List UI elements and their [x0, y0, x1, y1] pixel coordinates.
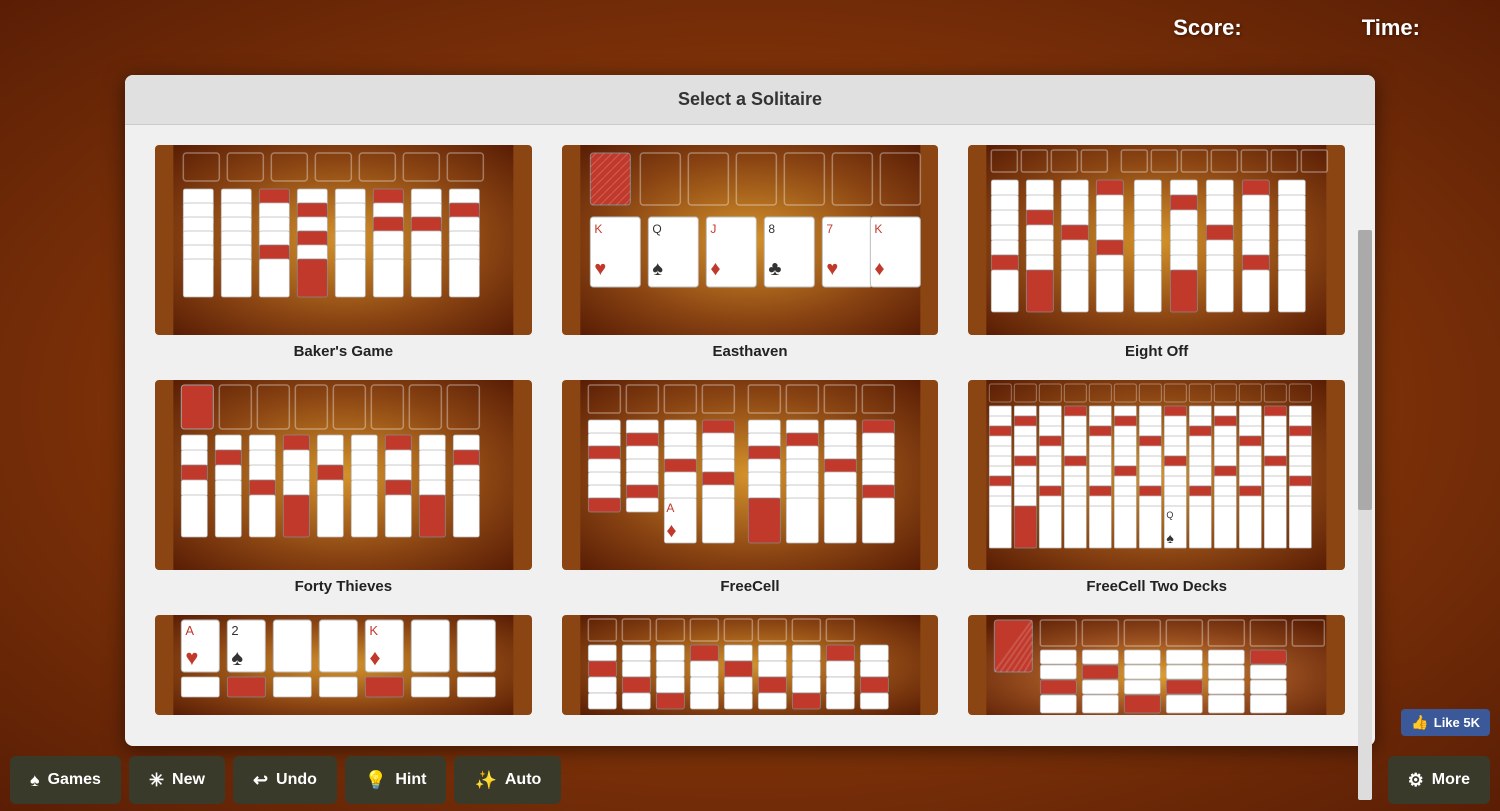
- modal-title: Select a Solitaire: [125, 75, 1375, 125]
- svg-text:7: 7: [826, 222, 833, 236]
- svg-text:♠: ♠: [652, 258, 663, 280]
- svg-text:Q: Q: [652, 222, 661, 236]
- games-label: Games: [48, 771, 101, 789]
- game-grid: Baker's Game: [125, 125, 1375, 746]
- time-label: Time:: [1362, 15, 1420, 41]
- game-card-forty-thieves[interactable]: Forty Thieves: [155, 380, 532, 595]
- svg-text:2: 2: [231, 623, 238, 638]
- game-preview-easthaven: K ♥ Q ♠ J ♦ 8 ♣ 7 ♥: [562, 145, 939, 335]
- auto-icon: ✨: [474, 770, 496, 791]
- svg-text:K: K: [594, 222, 602, 236]
- game-preview-bakers-game: [155, 145, 532, 335]
- svg-text:A: A: [666, 501, 674, 515]
- svg-text:8: 8: [768, 222, 775, 236]
- game-name-bakers-game: Baker's Game: [294, 343, 393, 360]
- game-card-freecell[interactable]: A ♦: [562, 380, 939, 595]
- game-preview-partial-2: [562, 615, 939, 715]
- more-button[interactable]: ⚙ More: [1388, 756, 1490, 804]
- game-card-eight-off[interactable]: Eight Off: [968, 145, 1345, 360]
- auto-button[interactable]: ✨ Auto: [454, 756, 561, 804]
- svg-text:♥: ♥: [594, 258, 606, 280]
- new-label: New: [172, 771, 205, 789]
- game-name-freecell: FreeCell: [720, 578, 779, 595]
- game-name-forty-thieves: Forty Thieves: [295, 578, 393, 595]
- toolbar: ♠ Games ✳ New ↩ Undo 💡 Hint ✨ Auto ⚙ Mor…: [0, 749, 1500, 811]
- svg-text:♦: ♦: [666, 520, 676, 542]
- more-icon: ⚙: [1408, 770, 1424, 791]
- game-card-bakers-game[interactable]: Baker's Game: [155, 145, 532, 360]
- game-preview-eight-off: [968, 145, 1345, 335]
- auto-label: Auto: [505, 771, 541, 789]
- fb-like-label: Like 5K: [1434, 715, 1480, 730]
- svg-text:K: K: [874, 222, 882, 236]
- svg-text:♥: ♥: [826, 258, 838, 280]
- svg-text:♠: ♠: [1167, 530, 1175, 546]
- game-preview-partial-1: A ♥ 2 ♠ K ♦: [155, 615, 532, 715]
- svg-text:Q: Q: [1167, 510, 1174, 520]
- header: Score: Time:: [0, 0, 1500, 55]
- new-button[interactable]: ✳ New: [129, 756, 225, 804]
- svg-text:K: K: [369, 623, 378, 638]
- games-icon: ♠: [30, 770, 40, 791]
- svg-text:♦: ♦: [874, 258, 884, 280]
- undo-label: Undo: [276, 771, 317, 789]
- undo-icon: ↩: [253, 770, 268, 791]
- hint-button[interactable]: 💡 Hint: [345, 756, 447, 804]
- game-preview-partial-3: [968, 615, 1345, 715]
- new-icon: ✳: [149, 770, 164, 791]
- more-label: More: [1432, 771, 1470, 789]
- fb-like-button[interactable]: 👍 Like 5K: [1401, 709, 1490, 736]
- game-card-freecell-two[interactable]: Q ♠: [968, 380, 1345, 595]
- svg-text:♥: ♥: [185, 645, 198, 670]
- game-name-freecell-two: FreeCell Two Decks: [1086, 578, 1227, 595]
- games-button[interactable]: ♠ Games: [10, 756, 121, 804]
- score-label: Score:: [1173, 15, 1241, 41]
- svg-text:A: A: [185, 623, 194, 638]
- game-preview-forty-thieves: [155, 380, 532, 570]
- game-select-modal: Select a Solitaire: [125, 75, 1375, 746]
- svg-text:♣: ♣: [768, 258, 781, 280]
- game-card-easthaven[interactable]: K ♥ Q ♠ J ♦ 8 ♣ 7 ♥: [562, 145, 939, 360]
- svg-text:♦: ♦: [710, 258, 720, 280]
- undo-button[interactable]: ↩ Undo: [233, 756, 337, 804]
- game-name-eight-off: Eight Off: [1125, 343, 1188, 360]
- game-card-partial-3[interactable]: [968, 615, 1345, 715]
- game-name-easthaven: Easthaven: [712, 343, 787, 360]
- svg-text:J: J: [710, 222, 716, 236]
- fb-like-icon: 👍: [1411, 714, 1428, 731]
- svg-text:♠: ♠: [231, 645, 243, 670]
- game-preview-freecell-two: Q ♠: [968, 380, 1345, 570]
- hint-label: Hint: [395, 771, 426, 789]
- game-card-partial-1[interactable]: A ♥ 2 ♠ K ♦: [155, 615, 532, 715]
- svg-text:♦: ♦: [369, 645, 380, 670]
- game-preview-freecell: A ♦: [562, 380, 939, 570]
- game-card-partial-2[interactable]: [562, 615, 939, 715]
- hint-icon: 💡: [365, 770, 387, 791]
